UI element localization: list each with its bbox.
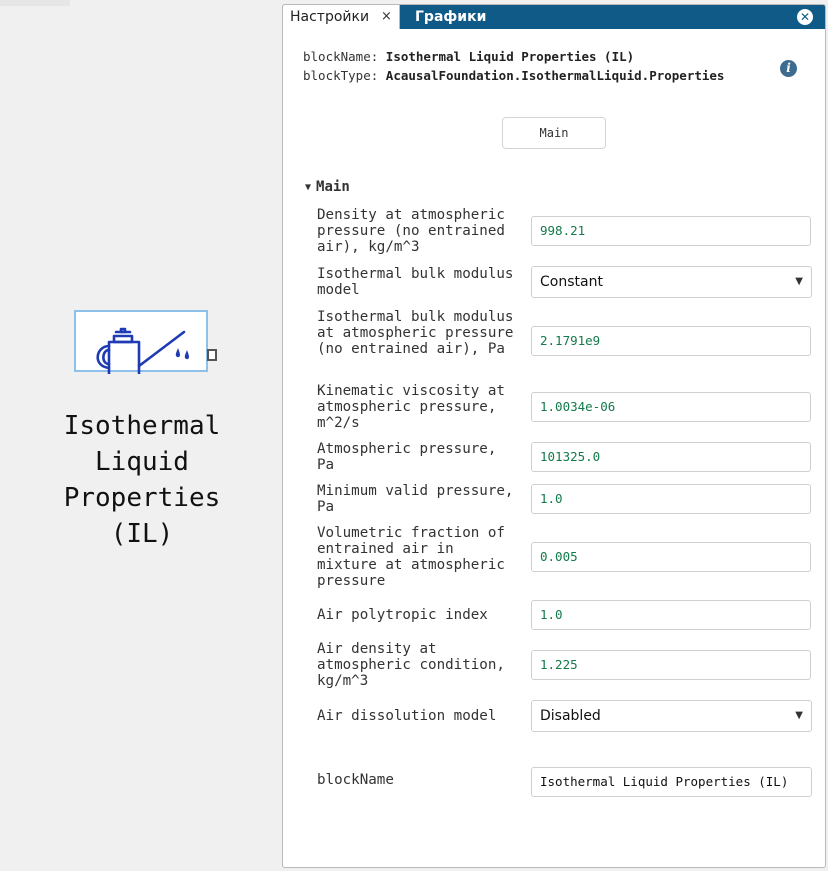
block-port[interactable] [207,349,217,361]
close-tab-icon[interactable]: × [381,5,392,29]
block-name-meta: blockName: Isothermal Liquid Properties … [303,49,634,64]
canvas-edge [0,0,70,6]
info-icon[interactable]: i [780,60,797,77]
chevron-down-icon: ▼ [795,276,803,287]
tab-settings[interactable]: Настройки × [283,5,400,29]
block-label-line: Properties [63,483,221,513]
main-tab-button[interactable]: Main [502,117,606,149]
param-label-viscosity: Kinematic viscosity at atmospheric press… [317,383,505,431]
param-label-dissolution: Air dissolution model [317,708,497,724]
atm-pressure-field[interactable]: 101325.0 [531,442,811,472]
param-label-bulk-modulus: Isothermal bulk modulus at atmospheric p… [317,309,514,357]
viscosity-field[interactable]: 1.0034e-06 [531,392,811,422]
tab-bar: Настройки × Графики ✕ [283,5,825,29]
meta-value: AcausalFoundation.IsothermalLiquid.Prope… [385,68,725,83]
param-label-density: Density at atmospheric pressure (no entr… [317,207,505,255]
param-label-bulk-model: Isothermal bulk modulus model [317,266,514,298]
isothermal-liquid-block[interactable] [74,310,208,374]
tab-settings-label: Настройки [290,9,370,25]
block-label-line: (IL) [110,519,174,549]
select-value: Constant [540,274,603,290]
polytropic-index-field[interactable]: 1.0 [531,600,811,630]
settings-panel: Настройки × Графики ✕ blockName: Isother… [282,4,826,868]
block-label-line: Liquid [95,447,189,477]
meta-value: Isothermal Liquid Properties (IL) [385,49,635,64]
param-label-air-fraction: Volumetric fraction of entrained air in … [317,525,505,589]
bulk-modulus-field[interactable]: 2.1791e9 [531,326,811,356]
param-label-atm-pressure: Atmospheric pressure, Pa [317,441,497,473]
param-label-polytropic: Air polytropic index [317,607,488,623]
oil-can-icon [96,327,189,374]
param-label-air-density: Air density at atmospheric condition, kg… [317,641,505,689]
param-label-min-pressure: Minimum valid pressure, Pa [317,483,514,515]
caret-down-icon: ▼ [305,182,312,193]
air-fraction-field[interactable]: 0.005 [531,542,811,572]
chevron-down-icon: ▼ [795,710,803,721]
section-title: Main [316,179,350,195]
block-type-meta: blockType: AcausalFoundation.IsothermalL… [303,68,724,83]
block-label-line: Isothermal [63,411,221,441]
density-field[interactable]: 998.21 [531,216,811,246]
tab-graphs[interactable]: Графики [415,5,486,29]
param-label-blockname: blockName [317,772,394,788]
air-dissolution-select[interactable]: Disabled ▼ [531,700,812,732]
blockname-field[interactable]: Isothermal Liquid Properties (IL) [531,767,812,797]
select-value: Disabled [540,708,601,724]
close-panel-icon[interactable]: ✕ [797,9,813,25]
section-main-header[interactable]: ▼ Main [305,179,350,195]
meta-key: blockName: [303,49,379,64]
meta-key: blockType: [303,68,379,83]
min-pressure-field[interactable]: 1.0 [531,484,811,514]
block-label: Isothermal Liquid Properties (IL) [40,408,244,552]
bulk-modulus-model-select[interactable]: Constant ▼ [531,266,812,298]
air-density-field[interactable]: 1.225 [531,650,811,680]
